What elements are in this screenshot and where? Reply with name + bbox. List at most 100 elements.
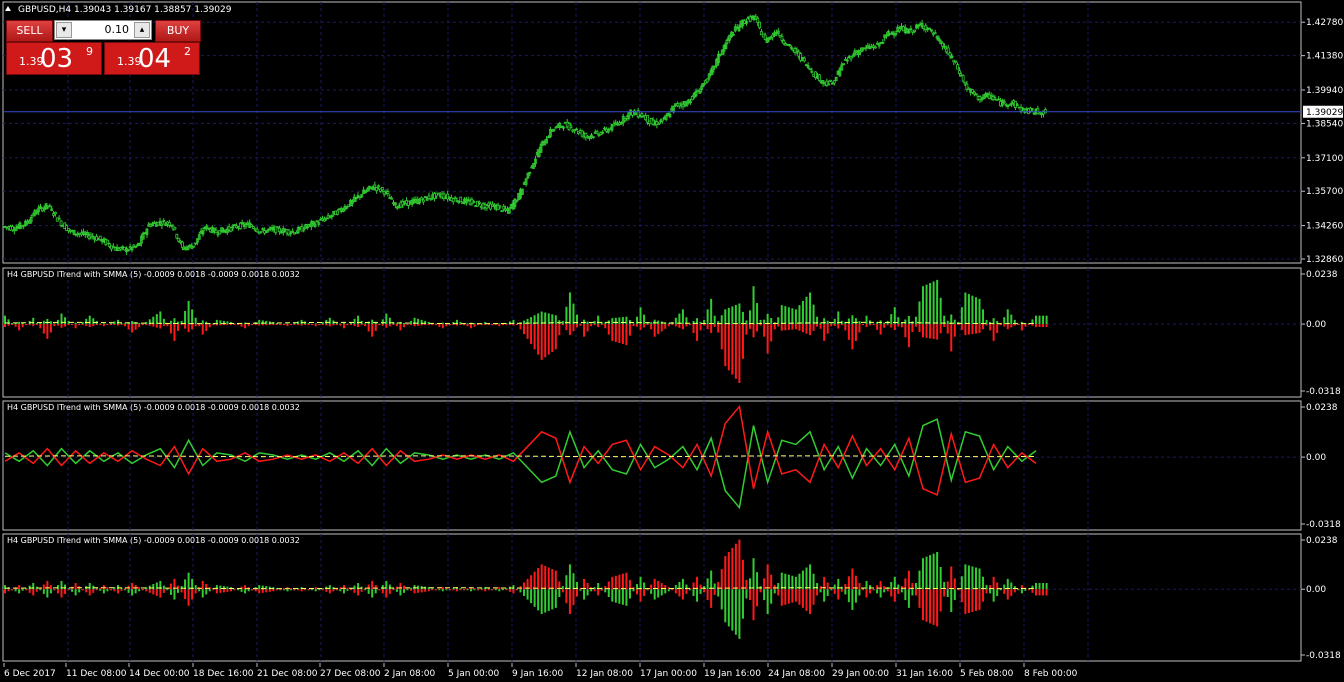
histogram-bar-down <box>865 324 868 328</box>
area-bar-up <box>738 539 741 590</box>
histogram-bar-down <box>611 324 614 341</box>
histogram-bar-down <box>699 324 702 331</box>
candle-body <box>459 196 463 203</box>
area-bar-up <box>971 566 974 590</box>
candle-body <box>386 191 390 195</box>
histogram-bar-down <box>233 324 236 326</box>
area-bar-down <box>318 589 321 591</box>
area-bar-down <box>113 589 116 592</box>
buy-price-button[interactable]: 1.39 04 2 <box>104 42 200 75</box>
area-bar-up <box>321 588 324 590</box>
area-bar-up <box>833 584 836 590</box>
histogram-bar-down <box>597 324 600 328</box>
histogram-bar-down <box>505 324 508 326</box>
area-bar-down <box>960 589 963 603</box>
area-bar-down <box>554 589 557 608</box>
histogram-bar-down <box>897 324 900 327</box>
area-bar-up <box>780 572 783 590</box>
area-bar-down <box>293 589 296 591</box>
histogram-bar-up <box>724 309 727 325</box>
lot-increase-icon[interactable]: ▴ <box>134 22 150 38</box>
area-bar-up <box>932 553 935 590</box>
histogram-bar-down <box>971 324 974 335</box>
histogram-bar-down <box>1017 324 1020 326</box>
histogram-bar-up <box>1010 314 1013 325</box>
histogram-bar-down <box>886 324 889 326</box>
area-bar-down <box>530 589 533 604</box>
histogram-bar-down <box>367 324 370 332</box>
area-bar-down <box>420 589 423 593</box>
area-bar-down <box>169 589 172 595</box>
area-bar-down <box>671 589 674 591</box>
area-bar-up <box>572 573 575 590</box>
sell-price-button[interactable]: 1.39 03 9 <box>6 42 102 75</box>
area-bar-down <box>452 589 455 591</box>
area-bar-down <box>685 589 688 594</box>
histogram-bar-down <box>907 324 910 348</box>
area-bar-down <box>378 589 381 591</box>
area-bar-down <box>904 589 907 601</box>
candle-body <box>485 205 489 209</box>
area-bar-up <box>106 587 109 590</box>
histogram-bar-down <box>554 324 557 350</box>
histogram-bar-down <box>335 324 338 326</box>
area-bar-down <box>964 589 967 615</box>
price-y-label: 1.42780 <box>1306 18 1343 28</box>
histogram-bar-down <box>279 324 282 326</box>
area-bar-down <box>155 589 158 596</box>
price-y-label: 1.34260 <box>1306 222 1343 232</box>
area-bar-down <box>371 589 374 598</box>
histogram-bar-down <box>116 324 119 326</box>
histogram-bar-down <box>646 324 649 326</box>
histogram-bar-down <box>247 324 250 327</box>
area-bar-down <box>81 589 84 591</box>
area-bar-up <box>459 588 462 590</box>
area-bar-up <box>696 576 699 590</box>
area-bar-down <box>914 589 917 596</box>
indicator-y-label: -0.0318 <box>1306 387 1341 397</box>
histogram-bar-down <box>417 324 420 326</box>
candle-body <box>1002 101 1006 104</box>
area-bar-down <box>247 589 250 592</box>
lot-decrease-icon[interactable]: ▾ <box>56 22 72 38</box>
histogram-bar-down <box>7 324 10 326</box>
buy-button[interactable]: BUY <box>155 20 201 42</box>
histogram-bar-down <box>39 324 42 329</box>
sell-button[interactable]: SELL <box>6 20 53 42</box>
histogram-bar-down <box>812 324 815 331</box>
area-bar-down <box>46 589 49 598</box>
area-bar-down <box>1031 589 1034 593</box>
candle-body <box>259 231 263 234</box>
histogram-bar-down <box>752 324 755 338</box>
histogram-bar-up <box>92 318 95 325</box>
histogram-bar-down <box>734 324 737 379</box>
histogram-bar-down <box>561 324 564 326</box>
lot-size-input[interactable]: ▾ 0.10 ▴ <box>54 20 152 40</box>
histogram-bar-up <box>678 313 681 325</box>
histogram-bar-down <box>92 324 95 327</box>
histogram-bar-down <box>32 324 35 327</box>
histogram-bar-down <box>925 324 928 338</box>
histogram-bar-down <box>74 324 77 329</box>
histogram-bar-up <box>42 320 45 325</box>
area-bar-down <box>1042 589 1045 596</box>
histogram-bar-down <box>78 324 81 326</box>
histogram-bar-down <box>533 324 536 350</box>
histogram-bar-down <box>258 324 261 326</box>
area-bar-down <box>879 589 882 598</box>
area-bar-up <box>816 583 819 590</box>
area-bar-down <box>657 589 660 598</box>
area-bar-down <box>551 589 554 610</box>
area-bar-down <box>28 589 31 593</box>
area-bar-up <box>628 579 631 590</box>
area-bar-down <box>837 589 840 600</box>
area-bar-down <box>102 589 105 594</box>
area-bar-down <box>148 589 151 593</box>
histogram-bar-down <box>1020 324 1023 331</box>
area-bar-down <box>424 589 427 592</box>
area-bar-up <box>1010 582 1013 590</box>
histogram-bar-down <box>632 324 635 327</box>
histogram-bar-down <box>420 324 423 326</box>
histogram-bar-down <box>692 324 695 334</box>
histogram-bar-up <box>741 311 744 325</box>
